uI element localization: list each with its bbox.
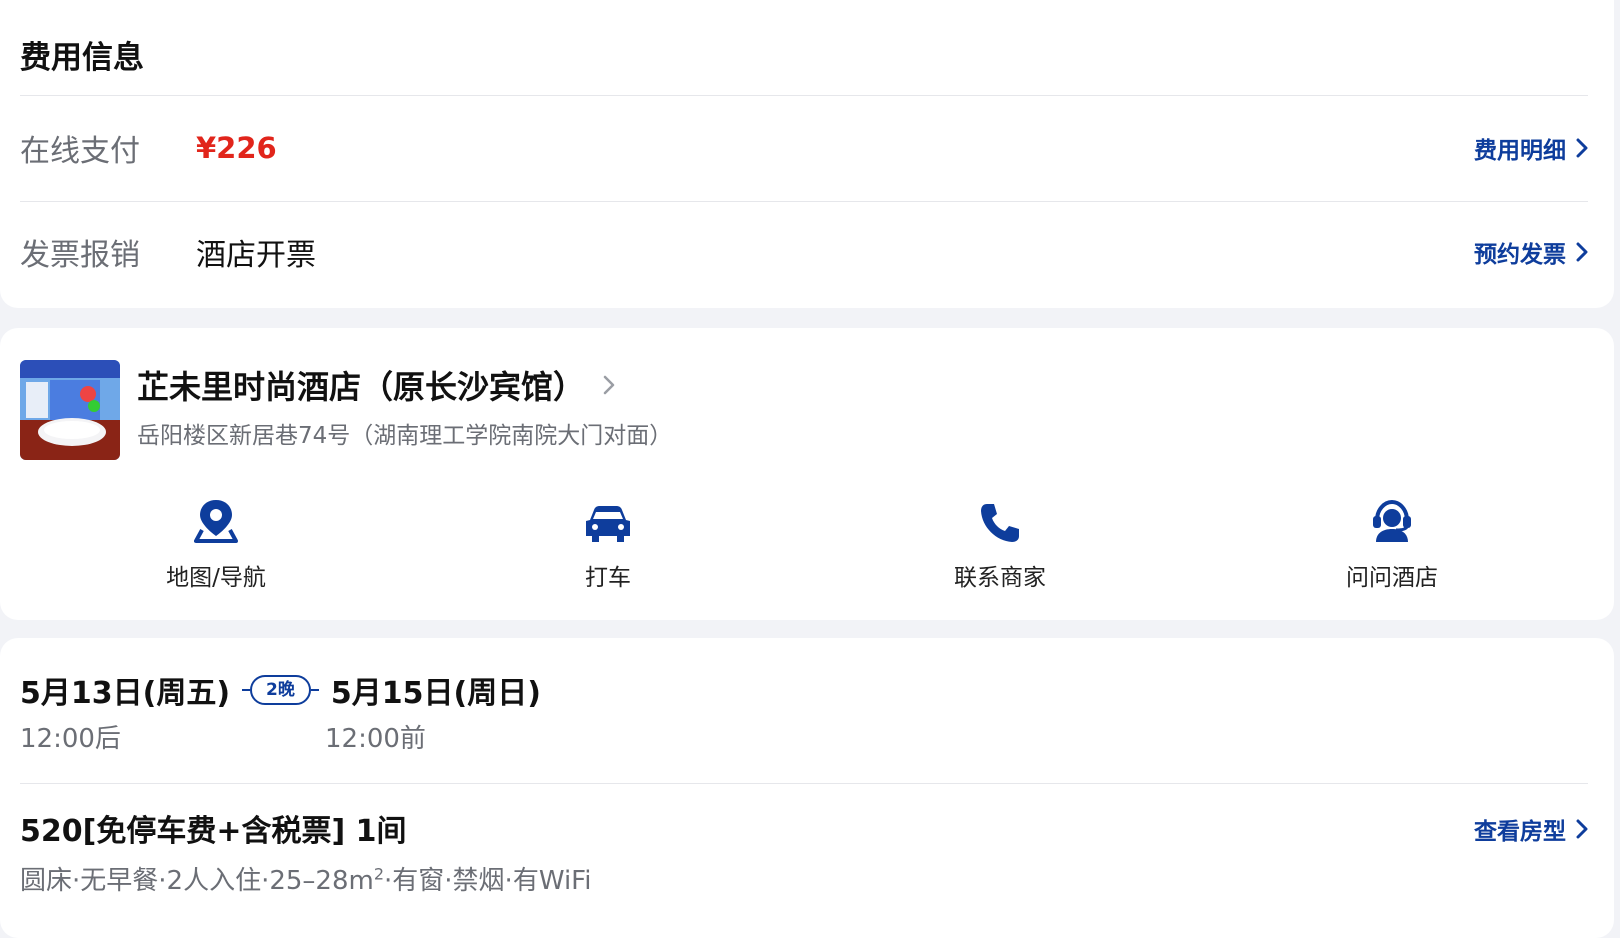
reserve-invoice-label: 预约发票: [1474, 242, 1566, 268]
nights-badge: 2晚: [242, 675, 319, 705]
hotel-actions: 地图/导航 打车 联系商家 问问酒店: [0, 496, 1614, 592]
invoice-label: 发票报销: [20, 238, 140, 273]
fee-detail-label: 费用明细: [1474, 138, 1566, 164]
online-payment-label: 在线支付: [20, 134, 140, 169]
checkout-time: 12:00前: [325, 724, 426, 754]
stay-card: 5月13日(周五) 2晚 5月15日(周日) 12:00后 12:00前 520…: [0, 638, 1614, 938]
room-title: 520[免停车费+含税票] 1间: [20, 814, 407, 849]
hotel-name-link[interactable]: 芷未里时尚酒店（原长沙宾馆）: [137, 362, 615, 408]
chevron-right-icon: [1576, 138, 1588, 158]
fee-detail-link[interactable]: 费用明细: [1474, 131, 1588, 165]
taxi-label: 打车: [585, 565, 631, 591]
divider: [20, 201, 1588, 202]
reserve-invoice-link[interactable]: 预约发票: [1474, 235, 1588, 269]
view-room-type-link[interactable]: 查看房型: [1474, 812, 1588, 846]
online-payment-amount: ¥226: [196, 131, 277, 165]
online-payment-row: 在线支付 ¥226 费用明细: [20, 128, 1588, 169]
hotel-name: 芷未里时尚酒店（原长沙宾馆）: [137, 368, 586, 406]
chevron-right-icon: [1576, 819, 1588, 839]
view-room-type-label: 查看房型: [1474, 819, 1566, 845]
checkout-date: 5月15日(周日): [330, 676, 541, 711]
contact-merchant-label: 联系商家: [954, 565, 1046, 591]
checkin-time: 12:00后: [20, 724, 121, 754]
checkin-date: 5月13日(周五): [20, 676, 231, 711]
fee-card: 费用信息 在线支付 ¥226 费用明细 发票报销 酒店开票 预约发票: [0, 0, 1614, 308]
nights-count: 2晚: [250, 675, 311, 705]
hotel-address: 岳阳楼区新居巷74号（湖南理工学院南院大门对面）: [137, 423, 673, 449]
customer-service-icon: [1373, 499, 1411, 542]
room-description-main: 圆床·无早餐·2人入住·25–28m: [20, 866, 374, 896]
room-description: 圆床·无早餐·2人入住·25–28m2·有窗·禁烟·有WiFi: [20, 860, 591, 897]
taxi-button[interactable]: 打车: [498, 496, 718, 592]
room-description-rest: ·有窗·禁烟·有WiFi: [384, 866, 592, 896]
map-navigation-label: 地图/导航: [166, 565, 266, 591]
divider: [20, 783, 1588, 784]
phone-icon: [981, 504, 1019, 542]
fee-section-title: 费用信息: [20, 40, 144, 76]
room-description-sup: 2: [373, 864, 385, 884]
divider: [20, 95, 1588, 96]
ask-hotel-button[interactable]: 问问酒店: [1282, 496, 1502, 592]
map-navigation-button[interactable]: 地图/导航: [106, 496, 326, 592]
stay-dates: 5月13日(周五) 2晚 5月15日(周日): [20, 668, 541, 712]
ask-hotel-label: 问问酒店: [1346, 565, 1438, 591]
contact-merchant-button[interactable]: 联系商家: [890, 496, 1110, 592]
invoice-row: 发票报销 酒店开票 预约发票: [20, 232, 1588, 273]
invoice-value: 酒店开票: [196, 238, 316, 273]
chevron-right-icon: [603, 375, 615, 395]
map-pin-icon: [194, 500, 238, 543]
hotel-card: 芷未里时尚酒店（原长沙宾馆） 岳阳楼区新居巷74号（湖南理工学院南院大门对面） …: [0, 328, 1614, 620]
car-icon: [586, 506, 630, 542]
hotel-thumbnail[interactable]: [20, 360, 120, 460]
chevron-right-icon: [1576, 242, 1588, 262]
